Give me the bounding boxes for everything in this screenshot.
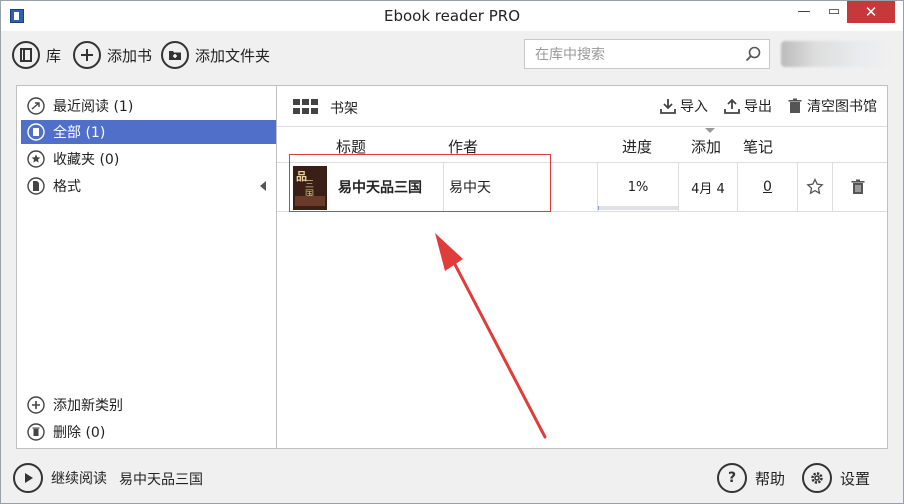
add-book-button[interactable]: 添加书 <box>73 40 152 70</box>
sidebar-item-label: 收藏夹 (0) <box>53 152 120 168</box>
bottom-bar: 继续阅读 易中天品三国 ? 帮助 设置 <box>1 453 903 503</box>
view-label: 书架 <box>330 101 358 117</box>
gear-icon <box>802 463 832 493</box>
help-button[interactable]: ? 帮助 <box>717 463 785 493</box>
trash-icon <box>788 98 802 113</box>
sidebar-item-label: 格式 <box>53 179 81 195</box>
notes-count-link[interactable]: 0 <box>763 179 772 195</box>
sidebar-item-label: 全部 (1) <box>53 125 106 141</box>
import-button[interactable]: 导入 <box>660 96 708 116</box>
export-label: 导出 <box>744 99 772 115</box>
trash-icon <box>851 179 865 194</box>
cover-illustration <box>295 196 325 206</box>
star-outline-icon <box>806 178 824 195</box>
sidebar-item-label: 最近阅读 (1) <box>53 99 134 115</box>
star-icon <box>27 150 45 168</box>
bookshelf-header: 书架 导入 导出 清空图书馆 <box>277 86 887 127</box>
column-divider <box>443 163 444 211</box>
continue-label: 继续阅读 <box>51 471 107 487</box>
sidebar-item-recent[interactable]: 最近阅读 (1) <box>21 94 276 118</box>
toolbar: 库 添加书 添加文件夹 <box>1 31 903 81</box>
import-label: 导入 <box>680 99 708 115</box>
help-icon: ? <box>717 463 747 493</box>
book-icon <box>27 123 45 141</box>
search-icon[interactable] <box>745 46 761 62</box>
library-icon <box>12 41 40 69</box>
export-button[interactable]: 导出 <box>724 96 772 116</box>
user-account-blurred[interactable] <box>781 41 893 67</box>
import-icon <box>660 99 676 114</box>
sidebar-item-all[interactable]: 全部 (1) <box>21 120 276 144</box>
settings-button[interactable]: 设置 <box>802 463 870 493</box>
sidebar: 最近阅读 (1) 全部 (1) 收藏夹 (0) 格式 添加新类别 删除 (0) <box>16 85 276 449</box>
deleted-label: 删除 (0) <box>53 425 106 441</box>
book-added-date: 4月 4 <box>691 181 725 197</box>
table-row[interactable]: 品 三国 易中天品三国 易中天 1% 4月 4 0 <box>277 162 887 212</box>
add-folder-icon <box>161 41 189 69</box>
grid-view-icon[interactable] <box>293 99 319 115</box>
export-icon <box>724 98 740 114</box>
clear-library-label: 清空图书馆 <box>807 99 877 115</box>
clear-library-button[interactable]: 清空图书馆 <box>787 96 877 116</box>
book-cover[interactable]: 品 三国 <box>293 166 327 210</box>
sidebar-item-formats[interactable]: 格式 <box>21 174 276 198</box>
current-book-title[interactable]: 易中天品三国 <box>119 469 203 489</box>
sort-descending-icon <box>705 128 715 133</box>
progress-bar <box>598 206 678 210</box>
add-folder-button[interactable]: 添加文件夹 <box>161 40 270 70</box>
library-button[interactable]: 库 <box>12 40 61 70</box>
sidebar-item-deleted[interactable]: 删除 (0) <box>21 420 276 444</box>
play-icon <box>13 463 43 493</box>
add-category-label: 添加新类别 <box>53 398 123 414</box>
book-title[interactable]: 易中天品三国 <box>338 163 443 211</box>
settings-label: 设置 <box>840 469 871 488</box>
title-bar: Ebook reader PRO — ▭ ✕ <box>1 1 903 31</box>
file-icon <box>27 177 45 195</box>
add-category-button[interactable]: 添加新类别 <box>21 393 276 417</box>
trash-icon <box>27 423 45 441</box>
close-button[interactable]: ✕ <box>847 1 895 23</box>
favorite-star-button[interactable] <box>798 163 832 211</box>
add-folder-label: 添加文件夹 <box>195 46 271 65</box>
expand-arrow-icon[interactable] <box>260 181 266 191</box>
add-book-label: 添加书 <box>107 46 153 65</box>
delete-book-button[interactable] <box>833 163 883 211</box>
column-header-progress[interactable]: 进度 <box>622 136 652 157</box>
progress-fill <box>598 206 599 210</box>
continue-reading-button[interactable]: 继续阅读 <box>13 463 107 493</box>
library-label: 库 <box>46 46 62 65</box>
book-author[interactable]: 易中天 <box>449 163 589 211</box>
book-progress: 1% <box>627 179 649 195</box>
sidebar-item-favorites[interactable]: 收藏夹 (0) <box>21 147 276 171</box>
search-box <box>524 39 770 69</box>
window-title: Ebook reader PRO <box>383 7 521 25</box>
help-label: 帮助 <box>755 469 786 488</box>
search-input[interactable] <box>533 44 737 66</box>
plus-icon <box>73 41 101 69</box>
column-header-notes[interactable]: 笔记 <box>743 136 773 157</box>
recent-icon <box>27 97 45 115</box>
app-window: Ebook reader PRO — ▭ ✕ 库 添加书 添加文件夹 在库中搜索… <box>0 0 904 504</box>
column-header-title[interactable]: 标题 <box>336 136 366 157</box>
notes-cell: 0 <box>738 163 797 211</box>
bookshelf-panel: 书架 导入 导出 清空图书馆 标题 作者 进度 添加 笔记 品 三国 易中天品三… <box>276 85 888 449</box>
plus-icon <box>27 396 45 414</box>
column-header-added[interactable]: 添加 <box>691 136 721 157</box>
column-header-author[interactable]: 作者 <box>448 136 478 157</box>
